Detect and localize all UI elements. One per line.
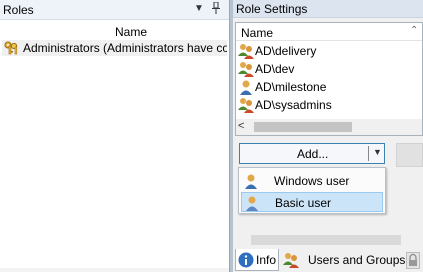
user-icon [243, 173, 259, 189]
info-icon [238, 252, 254, 268]
member-row[interactable]: AD\delivery [236, 42, 422, 60]
member-row[interactable]: AD\milestone [236, 78, 422, 96]
menu-item-basic-user[interactable]: Basic user [241, 192, 383, 212]
members-list[interactable]: Name ⌃ AD\delivery AD\dev AD\milestone A… [235, 22, 423, 136]
group-icon [238, 61, 254, 77]
roles-panel-header: Roles ▼ [0, 0, 229, 20]
tab-label: Users and Groups [308, 253, 406, 267]
settings-horizontal-scrollbar[interactable] [233, 234, 423, 246]
tab-users-and-groups[interactable]: Users and Groups [281, 249, 405, 271]
members-column-header[interactable]: Name ⌃ [236, 23, 422, 41]
user-icon [238, 79, 254, 95]
add-button-label: Add... [297, 147, 329, 161]
tab-label: Info [256, 253, 277, 267]
role-settings-header: Role Settings [233, 0, 423, 18]
chevron-up-icon[interactable]: ⌃ [410, 25, 418, 36]
settings-tab-bar: Info Users and Groups [233, 248, 423, 272]
member-name: AD\delivery [255, 44, 317, 58]
split-divider [368, 146, 369, 161]
add-member-menu: Windows user Basic user [238, 167, 386, 214]
menu-item-label: Basic user [275, 196, 332, 210]
basic-user-icon [244, 195, 260, 211]
scrollbar-thumb[interactable] [254, 122, 352, 132]
roles-column-header[interactable]: Name [0, 24, 229, 40]
member-row[interactable]: AD\dev [236, 60, 422, 78]
member-name: AD\milestone [255, 80, 327, 94]
pin-icon[interactable] [209, 1, 223, 16]
chevron-down-icon[interactable]: ▼ [373, 147, 382, 157]
remove-button[interactable] [396, 143, 423, 167]
add-member-split-button[interactable]: Add... ▼ [239, 143, 385, 164]
tab-info[interactable]: Info [235, 249, 279, 271]
panel-menu-dropdown-icon[interactable]: ▼ [192, 2, 206, 16]
member-name: AD\sysadmins [255, 98, 332, 112]
lock-icon [406, 252, 420, 269]
group-icon [283, 252, 299, 268]
menu-item-label: Windows user [274, 174, 350, 188]
roles-bottom-edge [0, 268, 229, 272]
keys-icon [4, 41, 20, 55]
role-settings-title: Role Settings [236, 2, 308, 16]
roles-panel: Roles ▼ Name Administrators (Administrat… [0, 0, 229, 272]
group-icon [238, 43, 254, 59]
member-name: AD\dev [255, 62, 295, 76]
role-name: Administrators (Administrators have co [23, 41, 227, 55]
member-row[interactable]: AD\sysadmins [236, 96, 422, 114]
scroll-left-icon[interactable]: < [238, 120, 244, 132]
scrollbar-thumb[interactable] [251, 235, 401, 245]
group-icon [238, 97, 254, 113]
menu-item-windows-user[interactable]: Windows user [241, 171, 383, 191]
role-row-administrators[interactable]: Administrators (Administrators have co [2, 40, 227, 56]
members-column-name: Name [241, 26, 274, 40]
role-settings-panel: Role Settings Name ⌃ AD\delivery AD\dev … [233, 0, 423, 272]
roles-panel-title: Roles [3, 3, 34, 17]
roles-column-name: Name [115, 25, 148, 39]
members-horizontal-scrollbar[interactable]: < [236, 119, 422, 135]
